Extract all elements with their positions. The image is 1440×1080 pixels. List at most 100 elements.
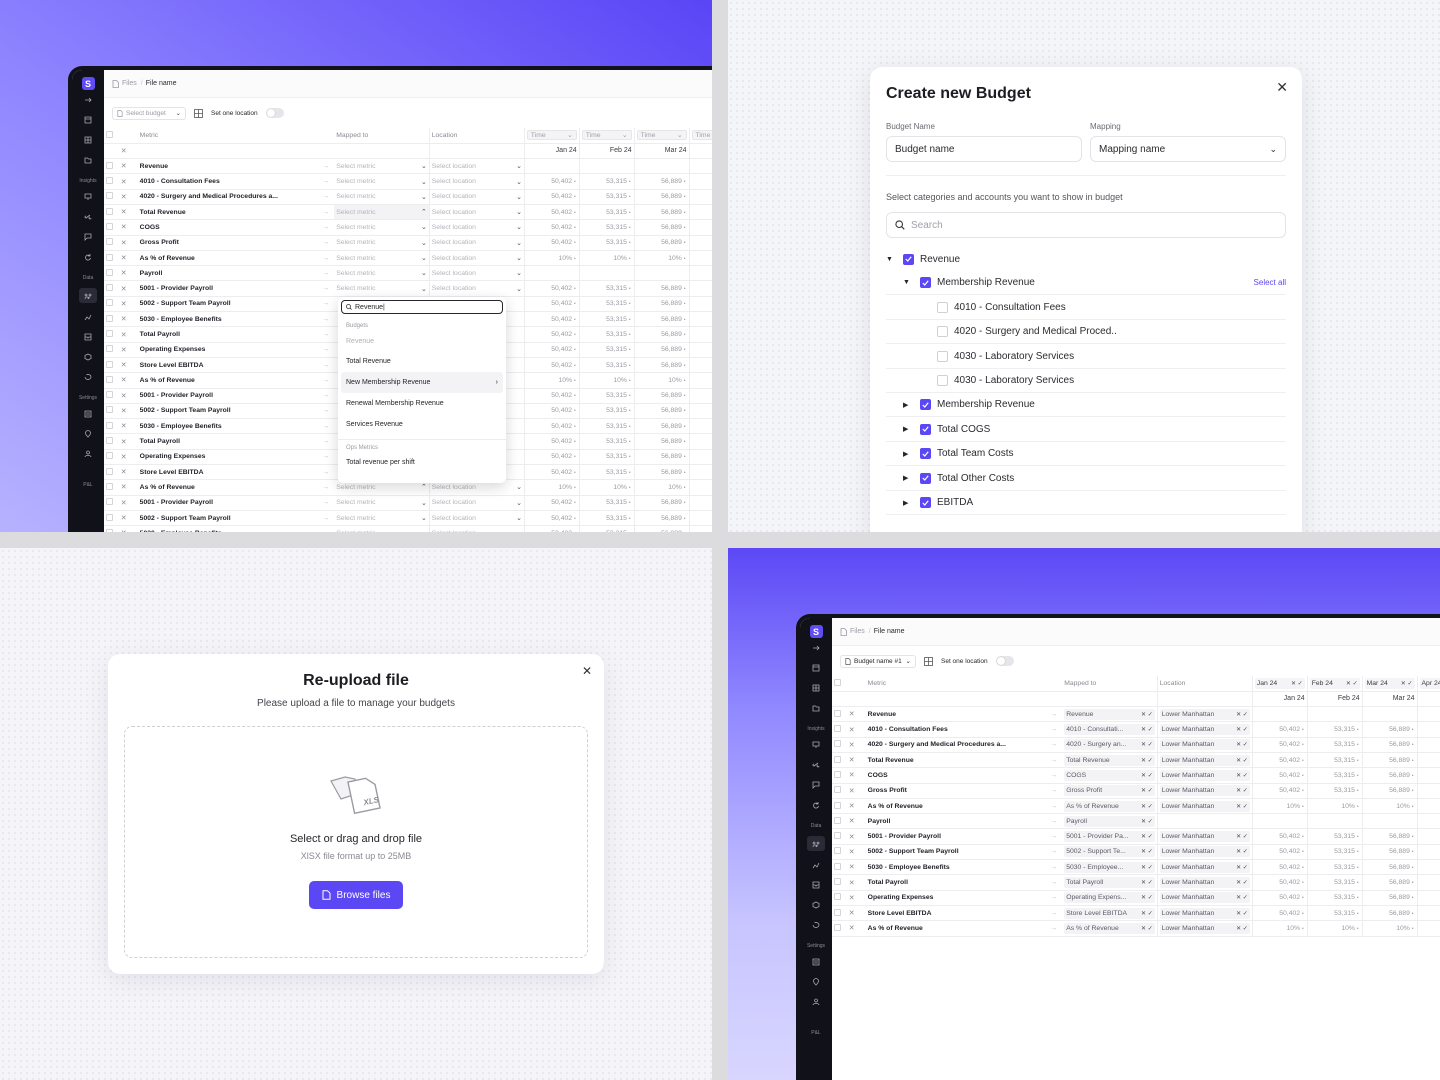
tree-checkbox[interactable] (920, 423, 931, 435)
value-cell[interactable]: 53,315 • (1306, 859, 1363, 876)
refresh-icon[interactable] (82, 251, 94, 263)
check-icon[interactable]: ✕ ✓ (1141, 772, 1153, 779)
close-icon[interactable]: ✕ (118, 388, 136, 404)
close-icon[interactable]: ✕ (846, 828, 864, 845)
location-select[interactable]: Select location⌄ (432, 529, 522, 532)
mapped-metric-chip[interactable]: Total Revenue ✕ ✓ (1064, 754, 1155, 766)
table-icon[interactable] (82, 114, 94, 126)
check-icon[interactable]: ✕ ✓ (1141, 864, 1153, 871)
value-cell[interactable] (1416, 813, 1440, 830)
value-cell[interactable] (1306, 813, 1363, 830)
value-cell[interactable] (523, 158, 580, 175)
row-checkbox[interactable] (834, 832, 841, 840)
time-select[interactable]: Time⌄ (581, 130, 632, 141)
value-cell[interactable]: 56,889 • (1361, 828, 1418, 845)
check-icon[interactable]: ✕ ✓ (1141, 726, 1153, 733)
value-cell[interactable]: 50,402 • (523, 326, 580, 343)
value-cell[interactable]: 50,402 • (1251, 752, 1308, 769)
chat-icon[interactable] (82, 231, 94, 243)
value-cell[interactable]: 10% • (633, 372, 690, 389)
folder-icon[interactable] (82, 154, 94, 166)
row-checkbox[interactable] (834, 923, 841, 931)
check-icon[interactable]: ✕ ✓ (1141, 925, 1153, 932)
close-icon[interactable]: ✕ (846, 905, 864, 922)
logo-icon[interactable]: S (809, 625, 823, 638)
row-checkbox[interactable] (834, 847, 841, 855)
value-cell[interactable]: 53,315 • (578, 495, 635, 511)
value-cell[interactable]: 53,315 • (578, 418, 635, 435)
value-cell[interactable]: 56,889 • (633, 403, 690, 420)
location-icon[interactable] (82, 428, 94, 440)
cube-icon[interactable] (82, 351, 94, 363)
close-icon[interactable]: ✕ (118, 449, 136, 466)
location-select[interactable]: Select location⌄ (432, 239, 522, 247)
chart-icon[interactable] (82, 311, 94, 323)
value-cell[interactable]: 10% • (578, 250, 635, 267)
value-cell[interactable]: 53,315 • (578, 280, 635, 297)
value-cell[interactable]: 56,889 • (633, 495, 690, 511)
location-select[interactable]: Select location⌄ (432, 162, 522, 171)
row-checkbox[interactable] (834, 725, 841, 733)
location-chip[interactable]: Lower Manhattan ✕ ✓ (1159, 831, 1250, 843)
value-cell[interactable]: 53,315 • (1306, 721, 1363, 738)
value-cell[interactable]: 57,189 (1416, 752, 1440, 769)
check-icon[interactable]: ✕ ✓ (1236, 848, 1248, 855)
value-cell[interactable]: 50,402 • (1251, 737, 1308, 753)
row-checkbox[interactable] (106, 253, 113, 261)
check-icon[interactable]: ✕ ✓ (1141, 910, 1153, 917)
value-cell[interactable]: 57,189 (688, 280, 712, 297)
value-cell[interactable]: 57,189 (1416, 828, 1440, 845)
value-cell[interactable]: 56,889 • (633, 235, 690, 251)
value-cell[interactable]: 57,189 (688, 525, 712, 532)
value-cell[interactable]: 50,402 • (523, 510, 580, 527)
row-checkbox[interactable] (834, 801, 841, 809)
location-select[interactable]: Select location⌄ (432, 254, 522, 263)
value-cell[interactable]: 56,889 • (633, 326, 690, 343)
value-cell[interactable]: 57,189 (1416, 737, 1440, 753)
location-chip[interactable]: Lower Manhattan ✕ ✓ (1159, 739, 1250, 751)
value-cell[interactable]: 57,189 (688, 173, 712, 190)
value-cell[interactable]: 57,189 (688, 235, 712, 251)
value-cell[interactable]: 56,889 • (1361, 890, 1418, 906)
check-icon[interactable]: ✕ ✓ (1236, 864, 1248, 871)
tree-row[interactable]: ▶ Total Other Costs (886, 467, 1286, 491)
value-cell[interactable]: 50,402 • (1251, 844, 1308, 861)
value-cell[interactable]: 53,315 • (1306, 752, 1363, 769)
close-icon[interactable]: ✕ (118, 464, 136, 481)
tree-checkbox[interactable] (920, 472, 931, 484)
presentation-icon[interactable] (82, 191, 94, 203)
value-cell[interactable]: 50,402 • (523, 357, 580, 374)
mapped-metric-chip[interactable]: 5030 - Employee... ✕ ✓ (1064, 861, 1155, 873)
row-checkbox[interactable] (834, 862, 841, 870)
check-icon[interactable]: ✕ ✓ (1141, 848, 1153, 855)
value-cell[interactable]: 50,402 • (523, 449, 580, 466)
value-cell[interactable]: 50,402 • (523, 235, 580, 251)
value-cell[interactable]: 10% • (1306, 920, 1363, 937)
check-icon[interactable]: ✕ ✓ (1236, 772, 1248, 779)
link-icon[interactable] (810, 759, 822, 771)
metric-select[interactable]: Select metric⌄ (336, 529, 427, 532)
location-chip[interactable]: Lower Manhattan ✕ ✓ (1159, 785, 1250, 797)
value-cell[interactable] (578, 158, 635, 175)
time-chip[interactable]: Feb 24 ✕ ✓ (1309, 677, 1360, 689)
cube-icon[interactable] (810, 899, 822, 911)
value-cell[interactable]: 10% (688, 372, 712, 389)
value-cell[interactable]: 56,889 • (633, 418, 690, 435)
check-icon[interactable]: ✕ ✓ (1236, 910, 1248, 917)
value-cell[interactable]: 53,315 • (578, 510, 635, 527)
tree-checkbox[interactable] (937, 326, 948, 338)
value-cell[interactable]: 10% (1416, 798, 1440, 815)
value-cell[interactable]: 50,402 • (523, 388, 580, 404)
browse-files-button[interactable]: Browse files (309, 881, 403, 909)
location-select[interactable]: Select location⌄ (432, 178, 522, 186)
metric-select[interactable]: Select metric⌄ (336, 269, 427, 278)
row-checkbox[interactable] (106, 391, 113, 399)
value-cell[interactable]: 50,402 • (523, 495, 580, 511)
value-cell[interactable]: 53,315 • (1306, 874, 1363, 891)
close-icon[interactable]: ✕ (118, 265, 136, 282)
value-cell[interactable] (633, 158, 690, 175)
value-cell[interactable]: 57,189 (1416, 844, 1440, 861)
budget-select[interactable]: Budget name #1 ⌄ (840, 654, 916, 668)
close-icon[interactable]: ✕ (118, 342, 136, 358)
list-icon[interactable] (82, 408, 94, 420)
